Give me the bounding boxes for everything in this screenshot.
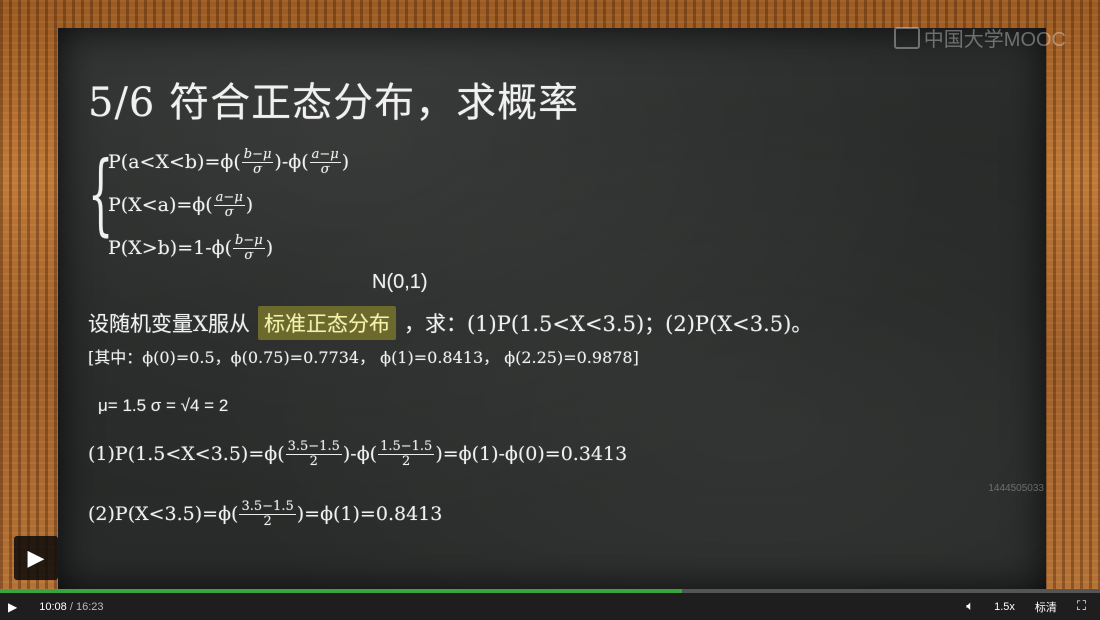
annotation-n01: N(0,1) <box>372 271 428 293</box>
highlighted-term: 标准正态分布 <box>257 306 396 340</box>
formula-2: P(X<a)=ϕ( a−μ σ ) <box>108 190 254 220</box>
question-text: 设随机变量X服从 标准正态分布 ，求：(1)P(1.5<X<3.5)；(2)P(… <box>88 306 812 340</box>
player-controls: ▶ 10:08 / 16:23 🔈︎ 1.5x 标清 ⛶ <box>0 593 1100 620</box>
speed-button[interactable]: 1.5x <box>994 601 1015 613</box>
quality-button[interactable]: 标清 <box>1035 599 1057 615</box>
formula-1: P(a<X<b)=ϕ( b−μ σ )-ϕ( a−μ σ ) <box>108 147 350 177</box>
formula-3: P(X>b)=1-ϕ( b−μ σ ) <box>108 233 274 263</box>
mooc-logo: 中国大学MOOC <box>893 23 1066 52</box>
big-play-button[interactable]: ▶ <box>14 536 58 580</box>
play-icon[interactable]: ▶ <box>8 600 17 614</box>
video-frame[interactable]: 中国大学MOOC 5/6 符合正态分布，求概率 { P(a<X<b)=ϕ( b−… <box>0 0 1100 590</box>
chalkboard: 中国大学MOOC 5/6 符合正态分布，求概率 { P(a<X<b)=ϕ( b−… <box>58 26 1066 590</box>
parameters: μ= 1.5 σ = √4 = 2 <box>98 396 229 415</box>
time-display: 10:08 / 16:23 <box>39 600 104 613</box>
solution-2: (2)P(X<3.5)=ϕ( 3.5−1.5 2 )=ϕ(1)=0.8413 <box>88 499 443 529</box>
volume-icon[interactable]: 🔈︎ <box>966 599 974 614</box>
slide-title: 5/6 符合正态分布，求概率 <box>88 80 580 126</box>
fullscreen-icon[interactable]: ⛶ <box>1077 599 1086 614</box>
user-watermark: 1444505033 <box>988 483 1044 494</box>
logo-icon <box>893 26 920 49</box>
hint-values: [其中：ϕ(0)=0.5，ϕ(0.75)=0.7734， ϕ(1)=0.8413… <box>88 348 639 367</box>
play-icon: ▶ <box>27 545 45 571</box>
solution-1: (1)P(1.5<X<3.5)=ϕ( 3.5−1.5 2 )-ϕ( 1.5−1.5… <box>88 439 628 469</box>
